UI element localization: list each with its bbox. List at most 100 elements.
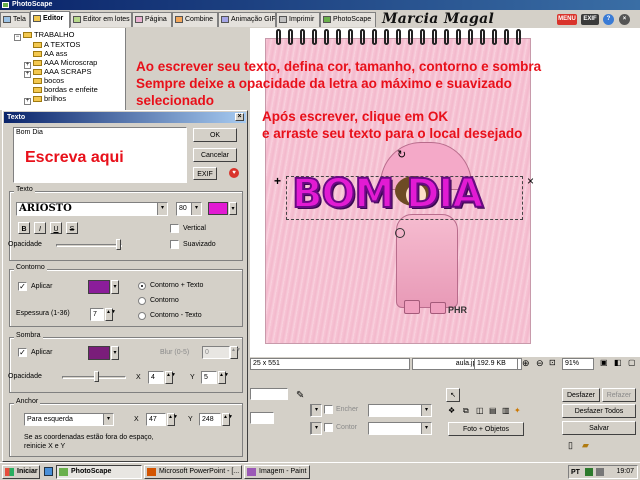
zoom-in-icon[interactable]: ⊕ xyxy=(522,358,532,369)
align-icon[interactable]: ✦ xyxy=(514,406,521,415)
font-select[interactable]: ARIOSTO ▾ xyxy=(16,202,168,216)
collapse-icon[interactable]: − xyxy=(14,34,21,41)
new-document-icon[interactable]: ▯ xyxy=(568,440,573,451)
thickness-spinner[interactable]: ▲▼ xyxy=(105,308,116,321)
copy-icon[interactable]: ⧉ xyxy=(463,406,469,416)
fill-color-select[interactable]: ▾ xyxy=(368,404,432,417)
fullscreen-icon[interactable]: ▣ xyxy=(600,358,610,369)
pointer-tool-icon[interactable]: ↖ xyxy=(446,388,460,402)
shadow-x-input[interactable]: 4 xyxy=(148,371,164,384)
text-opacity-slider-thumb[interactable] xyxy=(116,239,121,250)
tree-item[interactable]: A TEXTOS xyxy=(33,40,80,49)
delete-object-icon[interactable]: × xyxy=(527,174,534,188)
outline-mode-radio[interactable] xyxy=(138,297,146,305)
outline-mode-radio[interactable] xyxy=(138,312,146,320)
tree-item[interactable]: + AAA SCRAPS xyxy=(24,67,92,78)
ok-button[interactable]: OK xyxy=(193,128,237,142)
vertical-checkbox[interactable] xyxy=(170,224,179,233)
text-opacity-slider[interactable] xyxy=(56,244,122,247)
expand-icon[interactable]: + xyxy=(24,71,31,78)
save-button[interactable]: Salvar xyxy=(562,421,636,435)
fill-checkbox[interactable] xyxy=(324,405,333,414)
menu-button[interactable]: MENU xyxy=(557,14,577,25)
fit-icon[interactable]: ⊡ xyxy=(549,358,561,369)
pen-icon[interactable]: ✎ xyxy=(296,390,304,401)
compare-icon[interactable]: ◧ xyxy=(614,358,624,369)
width-select[interactable]: ▾ xyxy=(310,404,322,417)
shadow-x-spinner[interactable]: ▲▼ xyxy=(165,371,176,384)
tab-pagina[interactable]: Página xyxy=(132,12,172,27)
tab-combine[interactable]: Combine xyxy=(172,12,218,27)
tab-imprimir[interactable]: Imprimir xyxy=(276,12,320,27)
back-icon[interactable]: ▥ xyxy=(502,406,510,415)
outline-mode-radio[interactable] xyxy=(138,282,146,290)
taskbar-item-powerpoint[interactable]: Microsoft PowerPoint - [... xyxy=(144,465,242,479)
chevron-down-icon[interactable]: ▾ xyxy=(229,202,237,215)
tab-tela[interactable]: Tela xyxy=(0,12,30,27)
outline-color-select[interactable]: ▾ xyxy=(368,422,432,435)
shadow-opacity-slider-thumb[interactable] xyxy=(94,371,99,382)
shadow-color-swatch[interactable] xyxy=(88,346,110,360)
tree-item[interactable]: + AAA Microscrap xyxy=(24,58,97,69)
anchor-x-input[interactable]: 47 xyxy=(146,413,166,426)
anchor-x-spinner[interactable]: ▲▼ xyxy=(167,413,178,426)
strikethrough-button[interactable]: S xyxy=(66,222,78,234)
resize-handle-icon[interactable] xyxy=(395,228,405,238)
start-button[interactable]: Iniciar xyxy=(2,465,40,479)
outline-checkbox[interactable] xyxy=(324,423,333,432)
text-color-swatch[interactable] xyxy=(208,202,228,215)
network-icon[interactable] xyxy=(585,468,593,476)
cancel-button[interactable]: Cancelar xyxy=(193,148,237,162)
expand-icon[interactable]: + xyxy=(24,98,31,105)
open-folder-icon[interactable]: ▰ xyxy=(582,440,589,451)
close-icon[interactable]: × xyxy=(235,113,244,121)
rotate-handle-icon[interactable]: ↻ xyxy=(397,148,406,161)
thickness-input[interactable]: 7 xyxy=(90,308,104,321)
layer-icon[interactable]: ◫ xyxy=(476,406,484,415)
taskbar-item-paint[interactable]: Imagem - Paint xyxy=(244,465,310,479)
outline-color-swatch[interactable] xyxy=(88,280,110,294)
chevron-down-icon[interactable]: ▾ xyxy=(111,346,119,360)
taskbar-item-photoscape[interactable]: PhotoScape xyxy=(56,465,142,479)
front-icon[interactable]: ▤ xyxy=(489,406,497,415)
shadow-apply-checkbox[interactable]: ✓ xyxy=(18,348,27,357)
exif-button[interactable]: EXIF xyxy=(581,14,599,25)
help-button[interactable]: ? xyxy=(603,14,614,25)
outline-apply-checkbox[interactable]: ✓ xyxy=(18,282,27,291)
tree-item[interactable]: − TRABALHO xyxy=(14,30,74,41)
anchor-select[interactable]: Para esquerda ▾ xyxy=(24,413,114,426)
tree-item[interactable]: AA ass xyxy=(33,49,67,58)
underline-button[interactable]: U xyxy=(50,222,62,234)
overlay-text-bom-dia[interactable]: BOM DIA xyxy=(291,171,484,217)
redo-button[interactable]: Refazer xyxy=(602,388,636,402)
tree-item[interactable]: + brilhos xyxy=(24,94,66,105)
tab-animacao-gif[interactable]: Animação GIF xyxy=(218,12,276,27)
language-indicator[interactable]: PT xyxy=(571,467,580,479)
volume-icon[interactable] xyxy=(596,468,604,476)
folder-tree[interactable]: − TRABALHO A TEXTOS AA ass + AAA Microscra… xyxy=(0,28,126,110)
undo-button[interactable]: Desfazer xyxy=(562,388,600,402)
shadow-y-input[interactable]: 5 xyxy=(201,371,217,384)
tab-photoscape[interactable]: PhotoScape xyxy=(320,12,376,27)
anchor-y-spinner[interactable]: ▲▼ xyxy=(222,413,233,426)
italic-button[interactable]: I xyxy=(34,222,46,234)
tree-item[interactable]: bordas e enfeite xyxy=(33,85,98,94)
photo-objects-button[interactable]: Foto + Objetos xyxy=(448,422,524,436)
move-handle-icon[interactable]: + xyxy=(274,174,281,188)
heart-icon[interactable]: ♥ xyxy=(229,168,239,178)
exif-button[interactable]: EXIF xyxy=(193,167,217,180)
object-icon[interactable]: ❖ xyxy=(448,406,455,415)
close-icon[interactable]: × xyxy=(619,14,630,25)
zoom-out-icon[interactable]: ⊖ xyxy=(536,358,546,369)
smooth-checkbox[interactable] xyxy=(170,240,179,249)
anchor-y-input[interactable]: 248 xyxy=(199,413,221,426)
shadow-y-spinner[interactable]: ▲▼ xyxy=(218,371,229,384)
zoom-level[interactable]: 91% xyxy=(562,358,594,370)
bold-button[interactable]: B xyxy=(18,222,30,234)
style-select[interactable]: ▾ xyxy=(310,422,322,435)
tab-editor-em-lotes[interactable]: Editor em lotes xyxy=(70,12,132,27)
undo-all-button[interactable]: Desfazer Todos xyxy=(562,404,636,418)
tab-editor[interactable]: Editor xyxy=(30,11,70,28)
font-size-select[interactable]: 80 ▾ xyxy=(176,202,202,216)
quick-launch-icon[interactable] xyxy=(44,467,53,476)
